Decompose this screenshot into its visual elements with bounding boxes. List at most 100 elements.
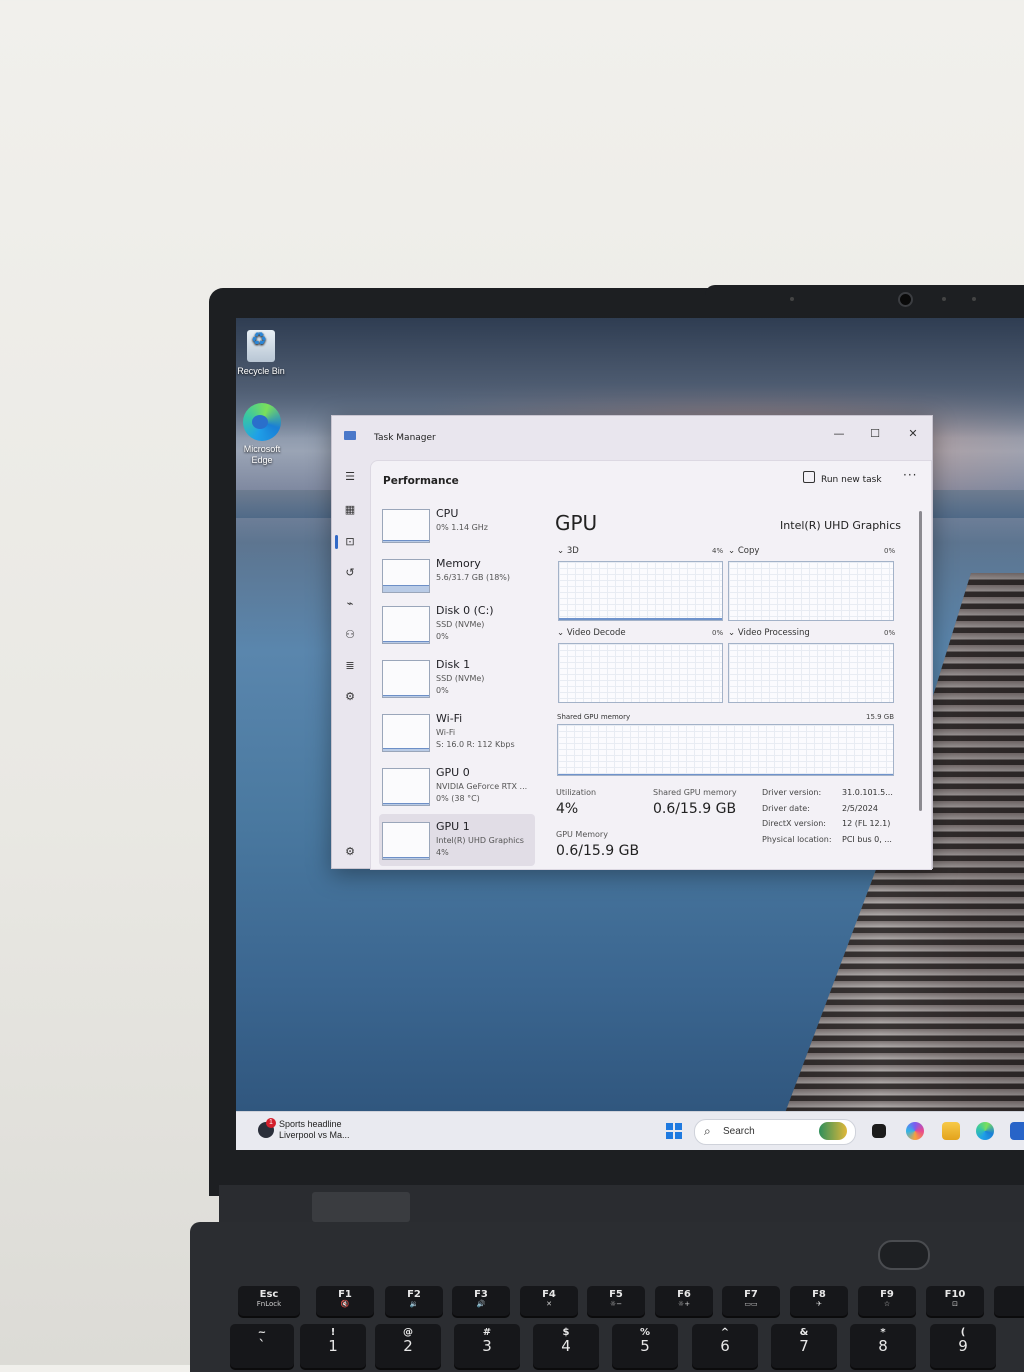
graph-label-shared-memory: Shared GPU memory bbox=[557, 713, 631, 721]
device-item-gpu-0[interactable]: GPU 0 NVIDIA GeForce RTX ... 0% (38 °C) bbox=[379, 764, 535, 814]
property-value: 2/5/2024 bbox=[842, 804, 878, 813]
graph-percent: 4% bbox=[712, 547, 724, 555]
close-button[interactable]: ✕ bbox=[898, 425, 928, 443]
device-detail: NVIDIA GeForce RTX ... bbox=[436, 782, 528, 791]
device-item-memory[interactable]: Memory 5.6/31.7 GB (18%) bbox=[379, 555, 535, 605]
key-1[interactable]: ! 1 bbox=[300, 1324, 366, 1368]
title-bar[interactable]: Task Manager — ☐ ✕ bbox=[332, 416, 932, 458]
graph-percent: 0% bbox=[884, 629, 896, 637]
key-2[interactable]: @2 bbox=[375, 1324, 441, 1368]
device-item-cpu[interactable]: CPU 0% 1.14 GHz bbox=[379, 505, 535, 555]
device-usage: 0% bbox=[436, 632, 449, 641]
graph-selector-3d[interactable]: ⌄ 3D bbox=[557, 546, 579, 556]
key-f8[interactable]: F8 ✈ bbox=[790, 1286, 848, 1316]
device-list: CPU 0% 1.14 GHz Memory 5.6/31.7 GB (18%)… bbox=[379, 505, 535, 867]
device-detail: SSD (NVMe) bbox=[436, 620, 485, 629]
app-history-icon[interactable]: ↺ bbox=[342, 566, 358, 580]
property-label: Driver date: bbox=[762, 804, 810, 813]
utilization-value: 4% bbox=[556, 801, 579, 817]
desktop-screen: Recycle Bin Microsoft Edge Task Manager … bbox=[236, 318, 1024, 1150]
gpu-memory-value: 0.6/15.9 GB bbox=[556, 843, 640, 859]
minimize-button[interactable]: — bbox=[824, 425, 854, 443]
widget-line-2: Liverpool vs Ma... bbox=[279, 1130, 350, 1140]
run-task-icon bbox=[803, 471, 815, 483]
hamburger-icon[interactable]: ☰ bbox=[342, 470, 358, 484]
power-button[interactable] bbox=[878, 1240, 930, 1270]
file-explorer-icon[interactable] bbox=[942, 1122, 960, 1140]
laptop-camera-bar bbox=[705, 285, 1024, 315]
desktop-icon-recycle-bin[interactable]: Recycle Bin bbox=[236, 330, 289, 377]
graph-video-decode bbox=[558, 643, 723, 703]
property-label: Driver version: bbox=[762, 788, 822, 797]
key-9[interactable]: (9 bbox=[930, 1324, 996, 1368]
widgets-headline[interactable]: Sports headline Liverpool vs Ma... bbox=[279, 1119, 350, 1141]
key-6[interactable]: ^ 6 bbox=[692, 1324, 758, 1368]
graph-shared-memory bbox=[557, 724, 894, 776]
key-4[interactable]: $4 bbox=[533, 1324, 599, 1368]
device-name: Disk 1 bbox=[436, 658, 471, 671]
property-value: 31.0.101.5... bbox=[842, 788, 893, 797]
task-view-icon[interactable] bbox=[872, 1124, 886, 1138]
key-3[interactable]: #3 bbox=[454, 1324, 520, 1368]
startup-icon[interactable]: ⌁ bbox=[342, 597, 358, 611]
graph-copy bbox=[728, 561, 894, 621]
key-f1[interactable]: F1 🔇 bbox=[316, 1286, 374, 1316]
performance-icon[interactable]: ⊡ bbox=[342, 535, 358, 549]
key-f11[interactable] bbox=[994, 1286, 1024, 1316]
graph-selector-video-decode[interactable]: ⌄ Video Decode bbox=[557, 628, 626, 638]
run-new-task-button[interactable]: Run new task bbox=[803, 470, 882, 490]
graph-selector-video-processing[interactable]: ⌄ Video Processing bbox=[728, 628, 810, 638]
key-8[interactable]: * 8 bbox=[850, 1324, 916, 1368]
key-f4[interactable]: F4 ✕ bbox=[520, 1286, 578, 1316]
desktop-icon-edge[interactable]: Microsoft Edge bbox=[236, 403, 289, 466]
search-highlight-icon bbox=[819, 1122, 847, 1140]
edge-icon[interactable] bbox=[976, 1122, 994, 1140]
device-detail: 5.6/31.7 GB (18%) bbox=[436, 573, 511, 582]
device-graph bbox=[382, 768, 430, 806]
device-graph bbox=[382, 714, 430, 752]
settings-icon[interactable]: ⚙ bbox=[342, 845, 358, 859]
graph-max: 15.9 GB bbox=[866, 713, 895, 721]
edge-icon bbox=[243, 403, 281, 441]
processes-icon[interactable]: ▦ bbox=[342, 503, 358, 517]
key-7[interactable]: & 7 bbox=[771, 1324, 837, 1368]
start-icon[interactable] bbox=[666, 1123, 682, 1139]
desktop-icon-label: Microsoft Edge bbox=[243, 444, 281, 465]
store-icon[interactable] bbox=[1010, 1122, 1024, 1140]
search-box[interactable]: ⌕ Search bbox=[694, 1119, 856, 1145]
device-item-wifi[interactable]: Wi-Fi Wi-Fi S: 16.0 R: 112 Kbps bbox=[379, 710, 535, 760]
key-f7[interactable]: F7 ▭▭ bbox=[722, 1286, 780, 1316]
graph-selector-copy[interactable]: ⌄ Copy bbox=[728, 546, 759, 556]
search-placeholder: Search bbox=[723, 1126, 755, 1137]
more-options-button[interactable]: ··· bbox=[903, 468, 917, 482]
device-item-gpu-1[interactable]: GPU 1 Intel(R) UHD Graphics 4% bbox=[379, 814, 535, 866]
shared-memory-value: 0.6/15.9 GB bbox=[653, 801, 737, 817]
details-icon[interactable]: ≣ bbox=[342, 659, 358, 673]
device-detail: SSD (NVMe) bbox=[436, 674, 485, 683]
device-item-disk-1[interactable]: Disk 1 SSD (NVMe) 0% bbox=[379, 656, 535, 706]
device-name: CPU bbox=[436, 507, 459, 520]
key-backtick[interactable]: ~ ` bbox=[230, 1324, 294, 1368]
scrollbar[interactable] bbox=[919, 511, 922, 811]
maximize-button[interactable]: ☐ bbox=[860, 425, 890, 443]
users-icon[interactable]: ⚇ bbox=[342, 628, 358, 642]
device-graph bbox=[382, 822, 430, 860]
services-icon[interactable]: ⚙ bbox=[342, 690, 358, 704]
key-esc[interactable]: Esc FnLock bbox=[238, 1286, 300, 1316]
notification-badge: 1 bbox=[266, 1118, 276, 1128]
key-f9[interactable]: F9 ☆ bbox=[858, 1286, 916, 1316]
sensor-dot bbox=[790, 297, 794, 301]
device-item-disk-0[interactable]: Disk 0 (C:) SSD (NVMe) 0% bbox=[379, 602, 535, 652]
copilot-icon[interactable] bbox=[906, 1122, 924, 1140]
key-f10[interactable]: F10 ⊡ bbox=[926, 1286, 984, 1316]
key-5[interactable]: % 5 bbox=[612, 1324, 678, 1368]
key-f5[interactable]: F5 ☼− bbox=[587, 1286, 645, 1316]
nav-active-indicator bbox=[335, 535, 338, 549]
graph-3d bbox=[558, 561, 723, 621]
keyboard: Esc FnLock F1 🔇 F2 🔉 F3 🔊 F4 ✕ F5 ☼− F6 ☼+ F7 ▭▭… bbox=[230, 1278, 1024, 1368]
key-f3[interactable]: F3 🔊 bbox=[452, 1286, 510, 1316]
device-usage: 4% bbox=[436, 848, 449, 857]
key-f2[interactable]: F2 🔉 bbox=[385, 1286, 443, 1316]
key-f6[interactable]: F6 ☼+ bbox=[655, 1286, 713, 1316]
device-detail: 0% 1.14 GHz bbox=[436, 523, 489, 532]
